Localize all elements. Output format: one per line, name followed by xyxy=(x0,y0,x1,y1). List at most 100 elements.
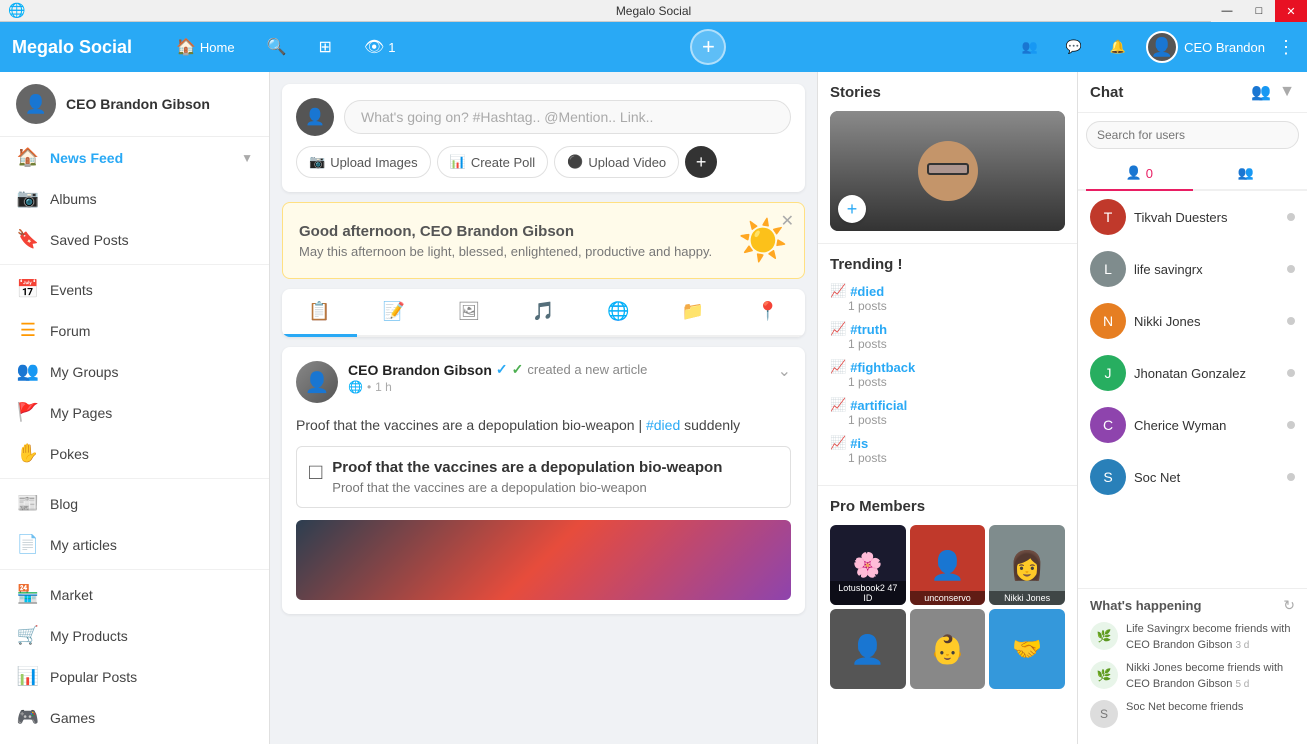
pro-member-4[interactable]: 👤 xyxy=(830,609,906,689)
pro-member-1[interactable]: 🌸 Lotusbook2 47 ID xyxy=(830,525,906,605)
my-products-label: My Products xyxy=(50,628,128,644)
chat-user-lifesaving[interactable]: L life savingrx xyxy=(1078,243,1307,295)
pro-member-6-icon: 🤝 xyxy=(1012,635,1042,664)
sidebar-profile[interactable]: 👤 CEO Brandon Gibson xyxy=(0,72,269,137)
tab-links[interactable]: 🌐 xyxy=(581,289,656,337)
sidebar-item-games[interactable]: 🎮 Games xyxy=(0,697,269,738)
sidebar-item-my-pages[interactable]: 🚩 My Pages xyxy=(0,392,269,433)
article-card[interactable]: □ Proof that the vaccines are a depopula… xyxy=(296,446,791,508)
sidebar-item-forum[interactable]: ☰ Forum xyxy=(0,310,269,351)
story-add-button[interactable]: + xyxy=(838,195,866,223)
tab-location[interactable]: 📍 xyxy=(730,289,805,337)
jhonatan-status xyxy=(1287,369,1295,377)
market-nav-icon: 🏪 xyxy=(16,584,40,605)
cherice-avatar: C xyxy=(1090,407,1126,443)
sidebar-item-saved-posts[interactable]: 🔖 Saved Posts xyxy=(0,219,269,260)
sidebar-item-explore[interactable]: 👓 Explore xyxy=(0,738,269,744)
greeting-body: May this afternoon be light, blessed, en… xyxy=(299,244,726,259)
my-products-nav-icon: 🛒 xyxy=(16,625,40,646)
chat-panel: Chat 👥 ▼ 👤 0 👥 T Tikvah Duesters xyxy=(1077,72,1307,744)
create-poll-button[interactable]: 📊 Create Poll xyxy=(437,146,549,178)
create-poll-label: Create Poll xyxy=(471,155,535,170)
sidebar-item-my-groups[interactable]: 👥 My Groups xyxy=(0,351,269,392)
pro-member-3[interactable]: 👩 Nikki Jones xyxy=(989,525,1065,605)
trending-arrow-1: 📈 xyxy=(830,283,846,299)
tabs-row: 📋 📝 🖼 🎵 🌐 📁 📍 xyxy=(282,289,805,337)
upload-video-button[interactable]: ⚫ Upload Video xyxy=(554,146,679,178)
greeting-close-button[interactable]: ✕ xyxy=(781,211,794,231)
chat-search-input[interactable] xyxy=(1086,121,1299,149)
more-post-options-button[interactable]: + xyxy=(685,146,717,178)
sidebar-item-my-articles[interactable]: 📄 My articles xyxy=(0,524,269,565)
stories-title: Stories xyxy=(830,84,1065,101)
user-menu[interactable]: 👤 CEO Brandon xyxy=(1146,31,1265,63)
watch-nav-item[interactable]: 👁 1 xyxy=(356,33,404,61)
tab-posts[interactable]: 📋 xyxy=(282,289,357,337)
sidebar-item-popular-posts[interactable]: 📊 Popular Posts xyxy=(0,656,269,697)
sidebar-item-albums[interactable]: 📷 Albums xyxy=(0,178,269,219)
chat-user-nikki[interactable]: N Nikki Jones xyxy=(1078,295,1307,347)
chat-user-cherice[interactable]: C Cherice Wyman xyxy=(1078,399,1307,451)
trending-item-4[interactable]: 📈 #artificial 1 posts xyxy=(830,397,1065,427)
friends-nav-item[interactable]: 👥 xyxy=(1014,35,1046,59)
blog-nav-icon: 📰 xyxy=(16,493,40,514)
tab-text[interactable]: 📝 xyxy=(357,289,432,337)
friends-icon: 👥 xyxy=(1022,39,1038,55)
chat-collapse-icon[interactable]: ▼ xyxy=(1279,83,1295,101)
sidebar-item-pokes[interactable]: ✋ Pokes xyxy=(0,433,269,474)
sidebar-item-my-products[interactable]: 🛒 My Products xyxy=(0,615,269,656)
post-more-button[interactable]: ⌄ xyxy=(778,361,791,381)
trending-item-3[interactable]: 📈 #fightback 1 posts xyxy=(830,359,1065,389)
bell-icon: 🔔 xyxy=(1110,39,1126,55)
home-nav-icon: 🏠 xyxy=(16,147,40,168)
pro-member-1-name: Lotusbook2 47 ID xyxy=(830,581,906,605)
chat-tab-groups[interactable]: 👥 xyxy=(1193,157,1300,191)
trending-item-5[interactable]: 📈 #is 1 posts xyxy=(830,435,1065,465)
tab-music[interactable]: 🎵 xyxy=(506,289,581,337)
trending-item-2[interactable]: 📈 #truth 1 posts xyxy=(830,321,1065,351)
home-nav-item[interactable]: 🏠 Home xyxy=(168,33,243,61)
pro-member-2[interactable]: 👤 unconservo xyxy=(910,525,986,605)
trending-item-1[interactable]: 📈 #died 1 posts xyxy=(830,283,1065,313)
chat-add-icon[interactable]: 👥 xyxy=(1251,82,1271,102)
upload-images-button[interactable]: 📷 Upload Images xyxy=(296,146,431,178)
sidebar-item-market[interactable]: 🏪 Market xyxy=(0,574,269,615)
messages-nav-item[interactable]: 💬 xyxy=(1058,35,1090,59)
pro-member-6[interactable]: 🤝 xyxy=(989,609,1065,689)
search-nav-item[interactable]: 🔍 xyxy=(259,33,295,61)
story-face-glasses xyxy=(927,163,969,175)
wh-text-1: Life Savingrx become friends with CEO Br… xyxy=(1126,622,1295,653)
sidebar-profile-name: CEO Brandon Gibson xyxy=(66,96,210,112)
nikki-avatar: N xyxy=(1090,303,1126,339)
nikki-status xyxy=(1287,317,1295,325)
watch-count: 1 xyxy=(388,40,395,55)
chat-tabs: 👤 0 👥 xyxy=(1078,157,1307,191)
more-options-button[interactable]: ⋮ xyxy=(1277,37,1295,58)
grid-icon: ⊞ xyxy=(319,37,332,57)
chat-tab-individual[interactable]: 👤 0 xyxy=(1086,157,1193,191)
notifications-nav-item[interactable]: 🔔 xyxy=(1102,35,1134,59)
sidebar-item-news-feed[interactable]: 🏠 News Feed ▼ xyxy=(0,137,269,178)
maximize-button[interactable]: □ xyxy=(1243,0,1275,22)
feed-post-info: CEO Brandon Gibson ✓ ✓ created a new art… xyxy=(348,361,791,394)
wh-refresh-button[interactable]: ↻ xyxy=(1283,597,1295,614)
add-post-button[interactable]: + xyxy=(690,29,726,65)
chat-title: Chat xyxy=(1090,84,1123,101)
sidebar-item-blog[interactable]: 📰 Blog xyxy=(0,483,269,524)
pro-member-5[interactable]: 👶 xyxy=(910,609,986,689)
chat-user-tikvah[interactable]: T Tikvah Duesters xyxy=(1078,191,1307,243)
story-card[interactable]: + xyxy=(830,111,1065,231)
tab-files[interactable]: 📁 xyxy=(656,289,731,337)
lifesaving-name: life savingrx xyxy=(1134,262,1279,277)
post-input-field[interactable]: What's going on? #Hashtag.. @Mention.. L… xyxy=(344,100,791,134)
sidebar-item-events[interactable]: 📅 Events xyxy=(0,269,269,310)
pro-member-4-icon: 👤 xyxy=(850,633,885,666)
tab-images[interactable]: 🖼 xyxy=(431,289,506,337)
close-button[interactable]: ✕ xyxy=(1275,0,1307,22)
blog-label: Blog xyxy=(50,496,78,512)
chat-user-jhonatan[interactable]: J Jhonatan Gonzalez xyxy=(1078,347,1307,399)
chat-user-socnet[interactable]: S Soc Net xyxy=(1078,451,1307,503)
grid-nav-item[interactable]: ⊞ xyxy=(311,33,340,61)
minimize-button[interactable]: — xyxy=(1211,0,1243,22)
window-title: Megalo Social xyxy=(616,4,691,18)
